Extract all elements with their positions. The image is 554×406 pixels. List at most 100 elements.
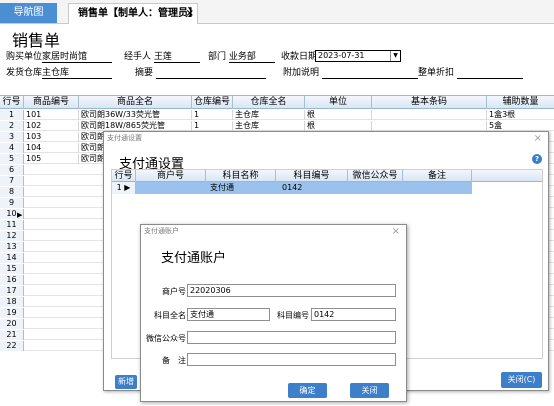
cell-name[interactable]: 欧司朗18W/865荧光管 <box>79 121 192 131</box>
handler-label: 经手人 <box>124 52 152 62</box>
merchant-input[interactable]: 22020306 <box>187 284 396 297</box>
row-number: 12 <box>0 231 24 241</box>
buyer-label: 购买单位 <box>6 52 43 62</box>
close-icon[interactable]: × <box>392 226 400 237</box>
date-label: 收款日期 <box>281 52 318 62</box>
discount-input[interactable] <box>456 67 523 79</box>
col-header[interactable]: 科目编号 <box>276 170 348 182</box>
row-number: 8 <box>0 187 24 197</box>
subject-name-input[interactable]: 支付通 <box>187 308 270 321</box>
row-number: 14 <box>0 253 24 263</box>
note-field: 附加说明 <box>283 67 418 79</box>
col-header[interactable]: 微信公众号 <box>348 170 403 182</box>
page-title: 销售单 <box>12 31 61 50</box>
row-number: 19 <box>0 308 24 318</box>
row-number: 3 <box>0 132 24 142</box>
row-number: 17 <box>0 286 24 296</box>
cell-barcode[interactable] <box>372 110 487 120</box>
cell-wh-code[interactable]: 1 <box>192 110 233 120</box>
subject-code-label: 科目编号 <box>277 311 309 320</box>
col-header[interactable]: 仓库全名 <box>233 96 305 109</box>
row-number: 2 <box>0 121 24 131</box>
cell-code[interactable]: 102 <box>24 121 79 131</box>
cell-aux-qty[interactable]: 1盒3根 <box>487 110 554 120</box>
selected-row-highlight <box>136 182 472 194</box>
cell-code[interactable]: 105 <box>24 154 79 164</box>
grid-header: 行号 商品编号 商品全名 仓库编号 仓库全名 单位 基本条码 辅助数量 <box>0 96 554 109</box>
row-number: 4 <box>0 143 24 153</box>
col-header[interactable]: 科目名称 <box>206 170 276 182</box>
col-header[interactable]: 辅助数量 <box>487 96 554 109</box>
remark-label: 备 注 <box>162 356 186 365</box>
tab-bar: 导航图 销售单【制单人：管理员】 × <box>0 0 554 24</box>
col-header[interactable]: 行号 <box>0 96 24 109</box>
row-number: 6 <box>0 165 24 175</box>
subject-name-label: 科目全名 <box>154 311 186 320</box>
close-button[interactable]: 关闭(C) <box>501 372 542 388</box>
close-button[interactable]: 关闭 <box>350 383 389 398</box>
row-pointer-icon: ▶ <box>17 211 23 219</box>
cell-name[interactable]: 欧司朗36W/33荧光管 <box>79 110 192 120</box>
cell-code[interactable]: 104 <box>24 143 79 153</box>
col-header[interactable]: 仓库编号 <box>192 96 233 109</box>
row-number: 1 ▶ <box>112 182 136 194</box>
row-number: 15 <box>0 264 24 274</box>
discount-label: 整单折扣 <box>418 68 455 78</box>
dialog-title: 支付通账户 <box>161 251 227 266</box>
tab-close-icon[interactable]: × <box>186 4 194 23</box>
new-button[interactable]: 新增 <box>115 375 137 389</box>
summary-label: 摘要 <box>135 68 154 78</box>
tab-navigation[interactable]: 导航图 <box>0 3 57 23</box>
ok-button[interactable]: 确定 <box>288 383 327 398</box>
row-number: 22 <box>0 341 24 351</box>
col-header[interactable]: 行号 <box>112 170 136 182</box>
col-header[interactable]: 单位 <box>305 96 372 109</box>
col-header[interactable]: 商品编号 <box>24 96 79 109</box>
col-header[interactable]: 商户号 <box>136 170 206 182</box>
payment-account-dialog: 支付通账户 × 支付通账户 商户号 22020306 科目全名 支付通 科目编号… <box>140 224 407 402</box>
table-row[interactable]: 2 102 欧司朗18W/865荧光管 1 主仓库 根 5盒 <box>0 121 554 131</box>
cell-unit[interactable]: 根 <box>305 121 372 131</box>
cell-wh-name[interactable]: 主仓库 <box>233 110 305 120</box>
dept-label: 部门 <box>208 52 227 62</box>
cell-code[interactable]: 101 <box>24 110 79 120</box>
note-input[interactable] <box>321 67 418 79</box>
date-picker[interactable]: 2023-07-31 ▼ <box>315 50 401 62</box>
tab-sales-order[interactable]: 销售单【制单人：管理员】 × <box>68 3 198 24</box>
row-pointer-icon: ▶ <box>124 183 131 192</box>
warehouse-input[interactable]: 主仓库 <box>42 67 113 79</box>
row-number: 18 <box>0 297 24 307</box>
cell-wh-code[interactable]: 1 <box>192 121 233 131</box>
col-header[interactable]: 备注 <box>403 170 472 182</box>
cell-barcode[interactable] <box>372 121 487 131</box>
wechat-input[interactable] <box>187 331 396 344</box>
cell-code[interactable]: 103 <box>24 132 79 142</box>
subject-code-input[interactable]: 0142 <box>311 308 396 321</box>
cell-wh-name[interactable]: 主仓库 <box>233 121 305 131</box>
col-header[interactable]: 基本条码 <box>372 96 487 109</box>
row-number: 21 <box>0 330 24 340</box>
date-value: 2023-07-31 <box>318 51 365 60</box>
close-icon[interactable]: × <box>534 133 542 144</box>
summary-input[interactable] <box>155 67 266 79</box>
handler-input[interactable]: 王莲 <box>153 51 200 63</box>
buyer-input[interactable]: 家居时尚馆 <box>42 51 113 63</box>
dialog-caption: 支付通账户 <box>144 227 179 235</box>
row-number: 16 <box>0 275 24 285</box>
settings-grid-header: 行号 商户号 科目名称 科目编号 微信公众号 备注 <box>112 170 542 182</box>
cell-subject-code[interactable]: 0142 <box>280 182 302 194</box>
cell-subject-name[interactable]: 支付通 <box>208 182 234 194</box>
col-header[interactable]: 商品全名 <box>79 96 192 109</box>
row-number: 5 <box>0 154 24 164</box>
dept-field: 部门 业务部 <box>208 51 275 63</box>
remark-input[interactable] <box>187 353 396 366</box>
merchant-label: 商户号 <box>162 287 186 296</box>
help-icon[interactable]: ? <box>532 154 542 164</box>
chevron-down-icon[interactable]: ▼ <box>390 51 400 61</box>
settings-row[interactable]: 1 ▶ 支付通 0142 <box>112 182 472 194</box>
row-number: 20 <box>0 319 24 329</box>
dept-input[interactable]: 业务部 <box>228 51 275 63</box>
table-row[interactable]: 1 101 欧司朗36W/33荧光管 1 主仓库 根 1盒3根 <box>0 110 554 120</box>
cell-unit[interactable]: 根 <box>305 110 372 120</box>
cell-aux-qty[interactable]: 5盒 <box>487 121 554 131</box>
